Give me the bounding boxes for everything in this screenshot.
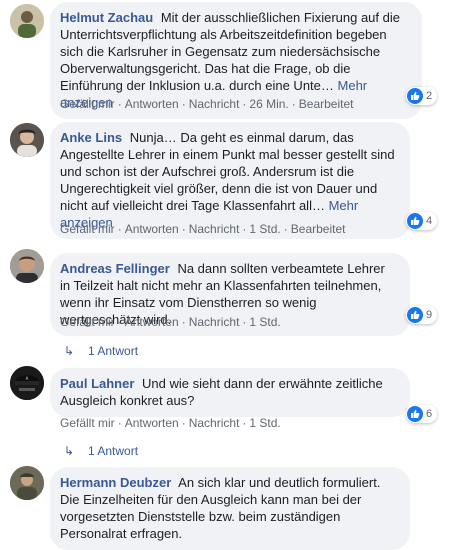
comment-actions: Gefällt mir · Antworten · Nachricht · 1 Std.: [60, 315, 281, 329]
svg-text:A: A: [26, 376, 29, 381]
message-button[interactable]: Nachricht: [189, 97, 240, 111]
comment-author[interactable]: Anke Lins: [60, 130, 122, 145]
reply-button[interactable]: Antworten: [125, 315, 179, 329]
comment-bubble: Paul Lahner Und wie sieht dann der erwäh…: [50, 368, 410, 417]
timestamp[interactable]: 1 Std.: [249, 315, 280, 329]
like-button[interactable]: Gefällt mir: [60, 97, 115, 111]
message-button[interactable]: Nachricht: [189, 416, 240, 430]
reply-arrow-icon: ↳: [64, 444, 75, 458]
like-button[interactable]: Gefällt mir: [60, 222, 115, 236]
thumbs-up-icon: [407, 213, 423, 229]
timestamp[interactable]: 1 Std.: [249, 416, 280, 430]
reply-button[interactable]: Antworten: [125, 222, 179, 236]
view-replies-link[interactable]: ↳ 1 Antwort: [64, 444, 138, 458]
reply-button[interactable]: Antworten: [125, 97, 179, 111]
reply-arrow-icon: ↳: [64, 344, 75, 358]
comment-bubble: Hermann Deubzer An sich klar und deutlic…: [50, 467, 410, 550]
reply-button[interactable]: Antworten: [125, 416, 179, 430]
reaction-count[interactable]: 6: [406, 405, 438, 423]
like-button[interactable]: Gefällt mir: [60, 416, 115, 430]
avatar[interactable]: [10, 123, 44, 157]
comment-actions: Gefällt mir · Antworten · Nachricht · 1 Std.: [60, 416, 281, 430]
reaction-count[interactable]: 9: [406, 306, 438, 324]
comment-actions: Gefällt mir · Antworten · Nachricht · 1 Std. · B…: [60, 222, 346, 236]
view-replies-link[interactable]: ↳ 1 Antwort: [64, 344, 138, 358]
avatar[interactable]: [10, 4, 44, 38]
like-button[interactable]: Gefällt mir: [60, 315, 115, 329]
comment-author[interactable]: Andreas Fellinger: [60, 261, 170, 276]
avatar[interactable]: A: [10, 366, 44, 400]
timestamp[interactable]: 26 Min.: [249, 97, 288, 111]
comment-author[interactable]: Helmut Zachau: [60, 10, 153, 25]
comment-actions: Gefällt mir · Antworten · Nachricht · 26 Min. ·…: [60, 97, 354, 111]
edited-label: Bearbeitet: [298, 97, 354, 111]
thumbs-up-icon: [407, 406, 423, 422]
edited-label: Bearbeitet: [290, 222, 346, 236]
message-button[interactable]: Nachricht: [189, 315, 240, 329]
avatar[interactable]: [10, 466, 44, 500]
avatar[interactable]: [10, 249, 44, 283]
thumbs-up-icon: [407, 88, 423, 104]
message-button[interactable]: Nachricht: [189, 222, 240, 236]
comment-author[interactable]: Hermann Deubzer: [60, 475, 171, 490]
comment-author[interactable]: Paul Lahner: [60, 376, 134, 391]
thumbs-up-icon: [407, 307, 423, 323]
reaction-count[interactable]: 4: [406, 212, 438, 230]
timestamp[interactable]: 1 Std.: [249, 222, 280, 236]
reaction-count[interactable]: 2: [406, 87, 438, 105]
